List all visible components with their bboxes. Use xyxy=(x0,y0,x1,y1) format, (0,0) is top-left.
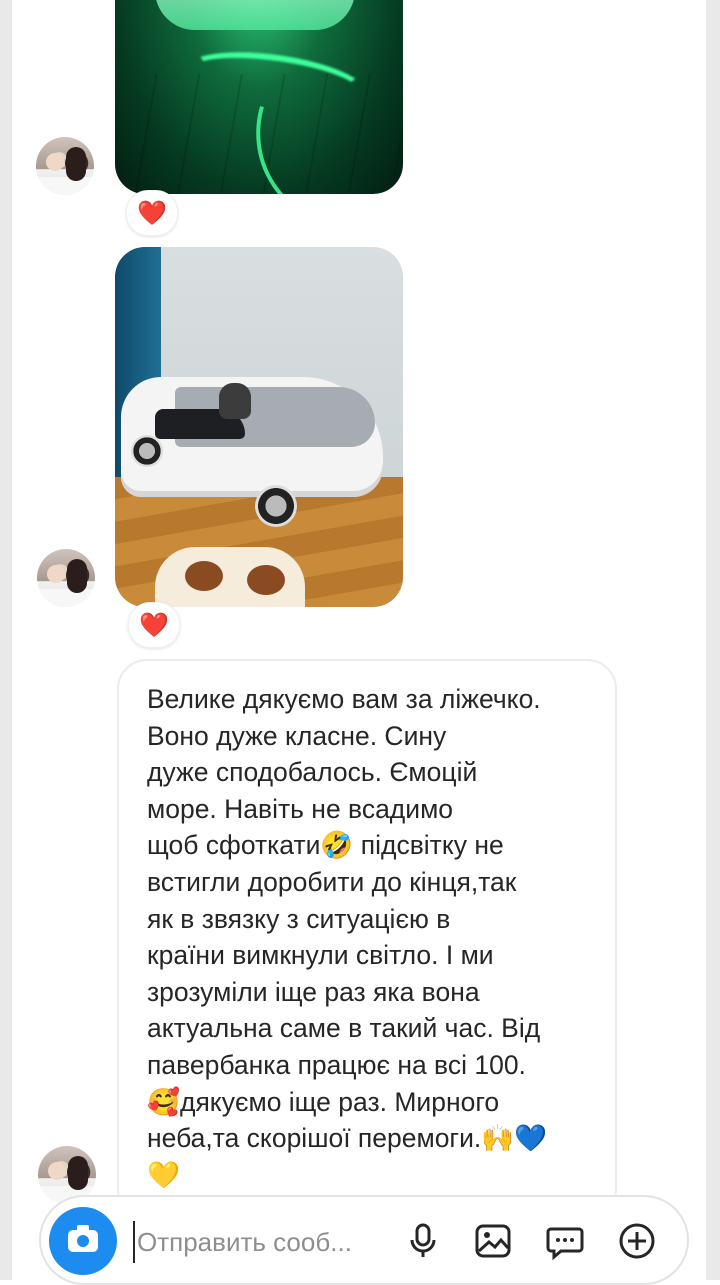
photo-wheel xyxy=(255,485,297,527)
sticker-button[interactable] xyxy=(543,1219,587,1263)
microphone-icon xyxy=(410,1223,436,1257)
camera-button[interactable] xyxy=(49,1207,117,1275)
sender-avatar[interactable] xyxy=(36,137,94,195)
left-frame-edge xyxy=(0,0,12,1280)
sticker-icon xyxy=(546,1227,584,1261)
message-composer xyxy=(39,1195,689,1285)
photo-cat xyxy=(219,383,251,419)
camera-icon xyxy=(68,1225,98,1252)
shared-photo-car-bed[interactable] xyxy=(115,247,403,607)
gallery-button[interactable] xyxy=(471,1219,515,1263)
heart-icon: ❤️ xyxy=(139,611,169,639)
sender-avatar[interactable] xyxy=(37,549,95,607)
photo-bed-top xyxy=(155,0,355,30)
heart-reaction[interactable]: ❤️ xyxy=(126,190,178,236)
message-text: Велике дякуємо вам за ліжечко. Воно дуже… xyxy=(147,684,548,1190)
shared-photo-led-bed[interactable] xyxy=(115,0,403,194)
microphone-button[interactable] xyxy=(401,1219,445,1263)
right-frame-edge xyxy=(706,0,720,1280)
photo-plush-toy xyxy=(155,547,305,607)
add-button[interactable] xyxy=(615,1219,659,1263)
message-bubble[interactable]: Велике дякуємо вам за ліжечко. Воно дуже… xyxy=(117,659,617,1219)
gallery-icon xyxy=(475,1224,511,1258)
heart-icon: ❤️ xyxy=(137,199,167,227)
heart-reaction[interactable]: ❤️ xyxy=(128,602,180,648)
message-input[interactable] xyxy=(133,1221,384,1263)
photo-wheel xyxy=(131,435,163,467)
plus-icon xyxy=(619,1223,655,1259)
